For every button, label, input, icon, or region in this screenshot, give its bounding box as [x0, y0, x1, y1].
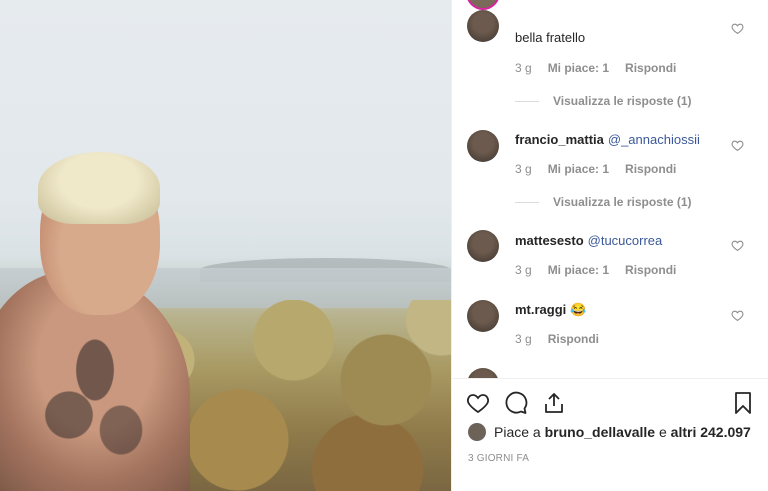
comment-time[interactable]: 3 g	[515, 263, 532, 277]
reply-button[interactable]: Rispondi	[625, 263, 676, 277]
comment-avatar[interactable]	[467, 368, 499, 378]
post-photo	[0, 0, 451, 491]
heart-icon[interactable]	[731, 239, 744, 252]
comment-mention[interactable]: @tucucorrea	[588, 233, 663, 248]
comment-likes[interactable]: Mi piace: 1	[548, 162, 609, 176]
heart-icon[interactable]	[731, 309, 744, 322]
heart-icon[interactable]	[731, 139, 744, 152]
comment-text: mattesesto @tucucorrea	[515, 232, 725, 249]
comment-likes[interactable]: Mi piace: 1	[548, 61, 609, 75]
replies-divider	[515, 201, 539, 203]
comment-meta: 3 g Mi piace: 1 Rispondi	[515, 61, 676, 75]
replies-divider	[515, 100, 539, 102]
view-replies-label: Visualizza le risposte (1)	[553, 94, 692, 108]
comment-avatar[interactable]	[467, 230, 499, 262]
comment-meta: 3 g Rispondi	[515, 332, 599, 346]
post-actions: Piace a bruno_dellavalle e altri 242.097…	[452, 378, 768, 491]
comments-list[interactable]: bella fratello 3 g Mi piace: 1 Rispondi …	[452, 0, 768, 378]
view-replies-label: Visualizza le risposte (1)	[553, 195, 692, 209]
comment-username[interactable]: mattesesto	[515, 233, 584, 248]
comment-time[interactable]: 3 g	[515, 332, 532, 346]
comment-username[interactable]: mt.raggi	[515, 302, 566, 317]
share-icon[interactable]	[542, 391, 566, 415]
comment-time[interactable]: 3 g	[515, 162, 532, 176]
view-replies[interactable]: Visualizza le risposte (1)	[515, 195, 692, 209]
comment-username[interactable]: francio_mattia	[515, 132, 604, 147]
post-side-panel: bella fratello 3 g Mi piace: 1 Rispondi …	[451, 0, 768, 491]
liker-avatar[interactable]	[468, 423, 486, 441]
comment-meta: 3 g Mi piace: 1 Rispondi	[515, 263, 676, 277]
heart-icon[interactable]	[731, 22, 744, 35]
comment-emoji: 😂	[570, 302, 587, 317]
heart-icon[interactable]	[466, 391, 490, 415]
likes-middle: e	[658, 424, 667, 440]
photo-hair	[38, 152, 160, 224]
comment-text: bella fratello	[515, 30, 586, 45]
comment-text: mt.raggi 😂	[515, 301, 725, 318]
reply-button[interactable]: Rispondi	[625, 61, 676, 75]
reply-button[interactable]: Rispondi	[548, 332, 599, 346]
comment-time[interactable]: 3 g	[515, 61, 532, 75]
view-replies[interactable]: Visualizza le risposte (1)	[515, 94, 692, 108]
comment-icon[interactable]	[504, 391, 528, 415]
photo-person	[0, 150, 200, 491]
comment-avatar[interactable]	[467, 10, 499, 42]
post-date[interactable]: 3 GIORNI FA	[468, 453, 529, 464]
comment-avatar[interactable]	[467, 130, 499, 162]
comment-avatar[interactable]	[467, 300, 499, 332]
likes-prefix: Piace a	[494, 424, 541, 440]
comment-likes[interactable]: Mi piace: 1	[548, 263, 609, 277]
header-avatar[interactable]	[466, 0, 500, 10]
comment-meta: 3 g Mi piace: 1 Rispondi	[515, 162, 676, 176]
comment-text: francio_mattia @_annachiossii	[515, 131, 725, 148]
liker-username[interactable]: bruno_dellavalle	[545, 424, 655, 440]
likes-count[interactable]: altri 242.097	[671, 424, 751, 440]
reply-button[interactable]: Rispondi	[625, 162, 676, 176]
comment-mention[interactable]: @_annachiossii	[608, 132, 700, 147]
likes-summary: Piace a bruno_dellavalle e altri 242.097	[468, 423, 751, 441]
photo-tattoo	[30, 325, 160, 475]
bookmark-icon[interactable]	[731, 391, 755, 415]
